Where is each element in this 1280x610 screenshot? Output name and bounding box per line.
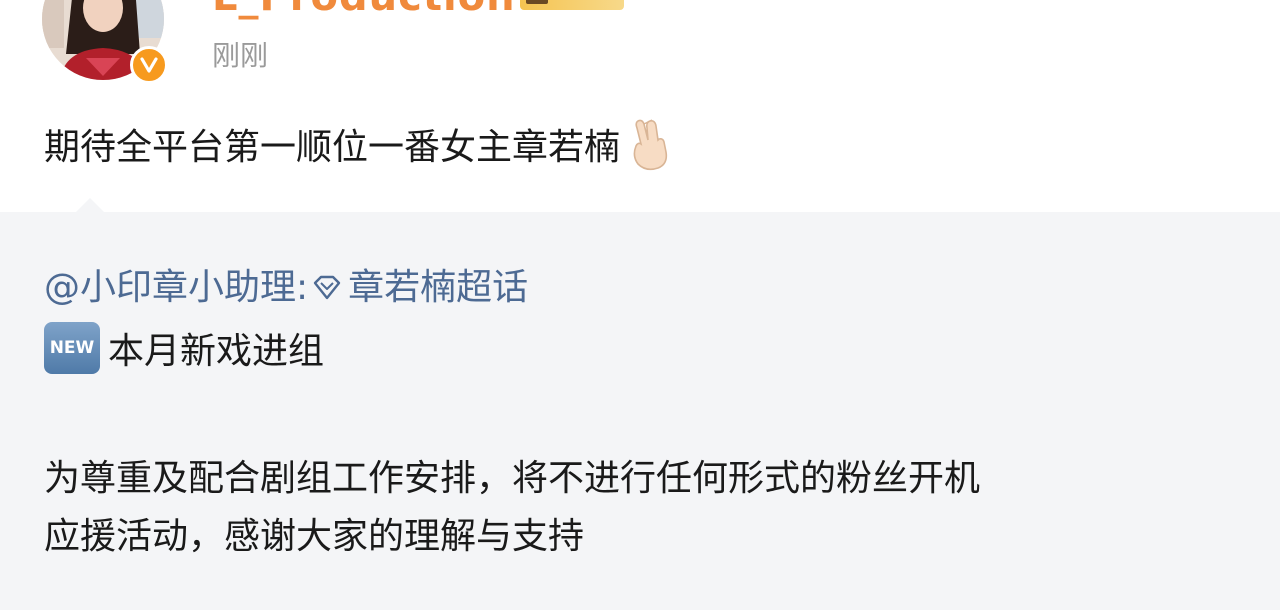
post-text: 期待全平台第一顺位一番女主章若楠 bbox=[44, 116, 672, 172]
new-badge-icon: NEW bbox=[44, 322, 100, 374]
crossed-fingers-hand-icon bbox=[628, 116, 672, 172]
repost-headline: 本月新戏进组 bbox=[108, 331, 325, 372]
weibo-post-screen: L_Production 刚刚 期待全平台第一顺位一番女主章若楠 @小印章小助理… bbox=[0, 0, 1280, 610]
repost-headline-line: NEW 本月新戏进组 bbox=[44, 322, 324, 374]
verified-badge-icon bbox=[130, 46, 168, 84]
repost-author-link[interactable]: @小印章小助理: bbox=[44, 258, 308, 310]
member-badge-icon[interactable] bbox=[520, 0, 624, 10]
repost-author-line: @小印章小助理: 章若楠超话 bbox=[44, 258, 528, 310]
repost-card-notch bbox=[74, 198, 106, 214]
post-text-content: 期待全平台第一顺位一番女主章若楠 bbox=[44, 127, 621, 168]
super-topic-link[interactable]: 章若楠超话 bbox=[348, 258, 528, 310]
repost-body-line: 为尊重及配合剧组工作安排，将不进行任何形式的粉丝开机 bbox=[44, 458, 981, 499]
post-header: L_Production 刚刚 bbox=[0, 0, 1280, 100]
username[interactable]: L_Production bbox=[212, 0, 516, 20]
repost-body-line: 应援活动，感谢大家的理解与支持 bbox=[44, 516, 585, 557]
super-topic-diamond-icon bbox=[310, 270, 344, 300]
repost-body: 为尊重及配合剧组工作安排，将不进行任何形式的粉丝开机 应援活动，感谢大家的理解与… bbox=[44, 450, 1234, 566]
post-timestamp: 刚刚 bbox=[212, 39, 269, 72]
